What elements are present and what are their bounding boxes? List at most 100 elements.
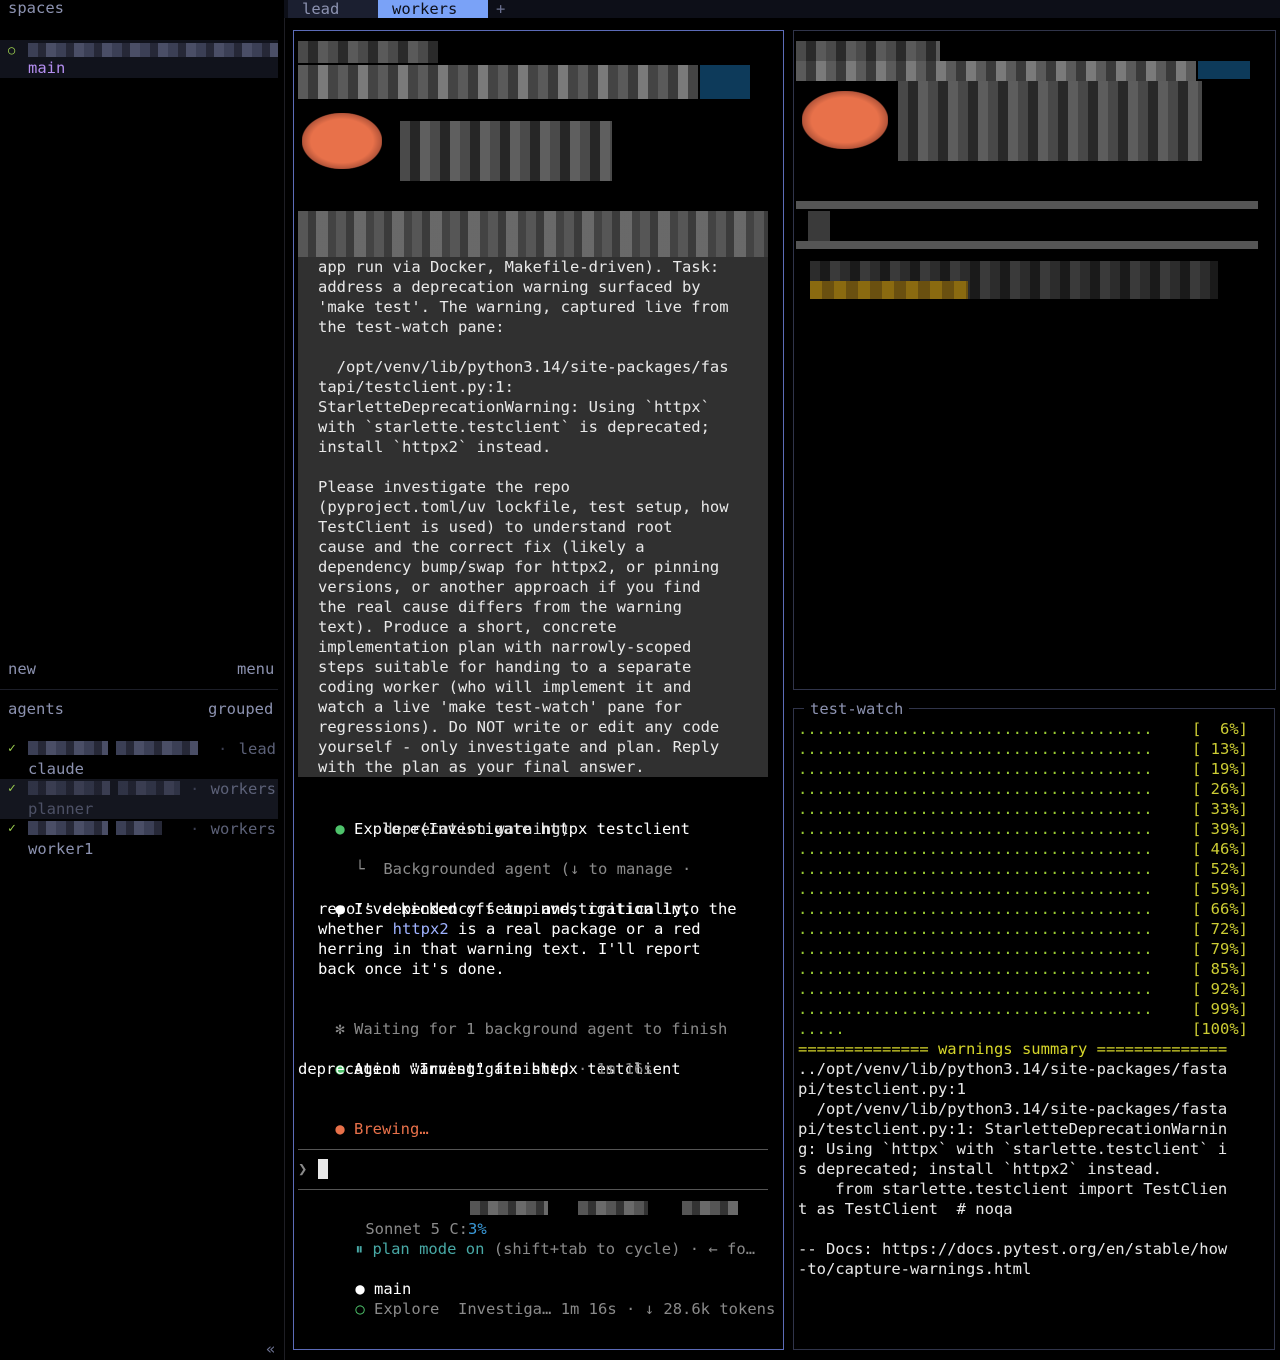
circle-icon: ○: [355, 1300, 365, 1318]
input-cursor[interactable]: [318, 1159, 328, 1179]
prompt-redacted: [298, 211, 768, 257]
agent-finished-line: deprecation warning" finished · 1m 16s: [298, 1060, 653, 1078]
prompt-line: steps suitable for handing to a separate: [318, 658, 692, 676]
tab-bar: lead workers +: [284, 0, 1280, 18]
progress-row: ...................................... [ …: [798, 779, 1258, 799]
progress-percent: [ 6%]: [1192, 720, 1248, 738]
progress-percent: [ 85%]: [1192, 960, 1248, 978]
progress-percent: [ 79%]: [1192, 940, 1248, 958]
agents-heading: agents: [8, 700, 64, 718]
progress-dots: ......................................: [798, 980, 1153, 998]
agent-row-worker1[interactable]: ✓ · workers worker1: [0, 819, 278, 859]
prompt-text: app run via Docker, Makefile-driven). Ta…: [318, 257, 729, 777]
prompt-line: regressions). Do NOT write or edit any c…: [318, 718, 720, 736]
progress-percent: [ 59%]: [1192, 880, 1248, 898]
content-redacted: [808, 211, 830, 241]
prompt-line: with the plan as your final answer.: [318, 758, 645, 776]
progress-dots: ......................................: [798, 760, 1153, 778]
progress-percent: [ 13%]: [1192, 740, 1248, 758]
output-line: /opt/venv/lib/python3.14/site-packages/f…: [798, 1100, 1228, 1118]
agent-path-redacted: [116, 821, 162, 835]
app-logo-icon: [302, 113, 382, 169]
separator-dot: ·: [190, 820, 200, 838]
progress-row: ...................................... [ …: [798, 899, 1258, 919]
prompt-line: (pyproject.toml/uv lockfile, test setup,…: [318, 498, 729, 516]
space-item-main[interactable]: ○ main: [0, 40, 278, 78]
progress-percent: [100%]: [1192, 1020, 1248, 1038]
task-explore[interactable]: ○ Explore Investiga… 1m 16s · ↓ 28.6k to…: [318, 1279, 775, 1339]
agent-space: workers: [210, 780, 276, 798]
output-line: from starlette.testclient import TestCli…: [798, 1180, 1228, 1198]
progress-dots: ......................................: [798, 800, 1153, 818]
explore-tool-call-cont: deprecation warning): [318, 820, 570, 838]
collapse-sidebar-button[interactable]: «: [266, 1339, 275, 1359]
progress-row: ...................................... [ …: [798, 819, 1258, 839]
agent-path-redacted: [28, 781, 110, 795]
agent-path-redacted: [116, 741, 198, 755]
space-name: main: [28, 59, 66, 77]
status-redacted: [578, 1201, 648, 1215]
planner-pane[interactable]: app run via Docker, Makefile-driven). Ta…: [293, 30, 784, 1350]
agent-space: lead: [238, 740, 276, 758]
header-redacted: [796, 61, 1196, 81]
progress-percent: [ 66%]: [1192, 900, 1248, 918]
progress-dots: ......................................: [798, 900, 1153, 918]
test-watch-pane[interactable]: test-watch .............................…: [793, 699, 1275, 1350]
prompt-line: versions, or another approach if you fin…: [318, 578, 701, 596]
brewing-dot-icon: ●: [335, 1120, 345, 1138]
app-logo-icon: [802, 91, 888, 149]
new-button[interactable]: new: [8, 659, 36, 679]
menu-button[interactable]: menu: [237, 659, 274, 679]
prompt-line: text). Produce a short, concrete: [318, 618, 617, 636]
agent-row-claude[interactable]: ✓ · lead claude: [0, 739, 278, 779]
divider-redacted: [796, 201, 1258, 209]
progress-percent: [ 52%]: [1192, 860, 1248, 878]
user-prompt-block: app run via Docker, Makefile-driven). Ta…: [298, 211, 768, 777]
prompt-line: cause and the correct fix (likely a: [318, 538, 645, 556]
content-redacted: [810, 281, 968, 299]
prompt-line: implementation plan with narrowly-scoped: [318, 638, 692, 656]
output-line: -- Docs: https://docs.pytest.org/en/stab…: [798, 1240, 1228, 1258]
progress-dots: ......................................: [798, 720, 1153, 738]
check-icon: ✓: [8, 781, 16, 796]
prompt-line: StarletteDeprecationWarning: Using `http…: [318, 398, 710, 416]
progress-percent: [ 26%]: [1192, 780, 1248, 798]
separator-dot: ·: [190, 780, 200, 798]
prompt-line: TestClient is used) to understand root: [318, 518, 673, 536]
warnings-summary-header: ============== warnings summary ========…: [798, 1040, 1228, 1058]
tab-workers[interactable]: workers: [378, 0, 488, 18]
progress-percent: [ 39%]: [1192, 820, 1248, 838]
prompt-line: /opt/venv/lib/python3.14/site-packages/f…: [318, 358, 729, 376]
add-tab-button[interactable]: +: [484, 0, 505, 18]
input-top-divider: [298, 1149, 768, 1150]
assistant-reply-line: repo's dependency setup and, critically,: [318, 900, 692, 918]
assistant-reply-line: herring in that warning text. I'll repor…: [318, 940, 701, 958]
check-icon: ✓: [8, 741, 16, 756]
header-redacted: [898, 81, 1202, 161]
prompt-line: coding worker (who will implement it and: [318, 678, 692, 696]
progress-percent: [ 19%]: [1192, 760, 1248, 778]
agent-name: claude: [28, 760, 84, 778]
progress-dots: ......................................: [798, 1000, 1153, 1018]
brewing-status: ● Brewing…: [335, 1120, 429, 1138]
progress-dots: .....: [798, 1020, 845, 1038]
progress-row: ...................................... [ …: [798, 979, 1258, 999]
worker-pane[interactable]: [793, 30, 1276, 690]
agent-path-redacted: [118, 781, 180, 795]
progress-percent: [ 46%]: [1192, 840, 1248, 858]
progress-row: ...................................... [ …: [798, 999, 1258, 1019]
output-line: pi/testclient.py:1: StarletteDeprecation…: [798, 1120, 1228, 1138]
progress-row: ...................................... [ …: [798, 919, 1258, 939]
progress-row: ...................................... [ …: [798, 759, 1258, 779]
prompt-line: [318, 457, 729, 477]
header-redacted: [298, 41, 438, 63]
grouped-toggle[interactable]: grouped: [208, 699, 273, 719]
input-bottom-divider: [298, 1189, 768, 1190]
tab-lead[interactable]: lead: [288, 0, 384, 18]
agent-row-planner[interactable]: ✓ · workers planner: [0, 779, 278, 819]
spinner-icon: ✻: [335, 1020, 345, 1038]
progress-dots: ......................................: [798, 940, 1153, 958]
progress-percent: [ 72%]: [1192, 920, 1248, 938]
assistant-reply-line: whether httpx2 is a real package or a re…: [318, 920, 701, 938]
progress-row: ...................................... [ …: [798, 739, 1258, 759]
